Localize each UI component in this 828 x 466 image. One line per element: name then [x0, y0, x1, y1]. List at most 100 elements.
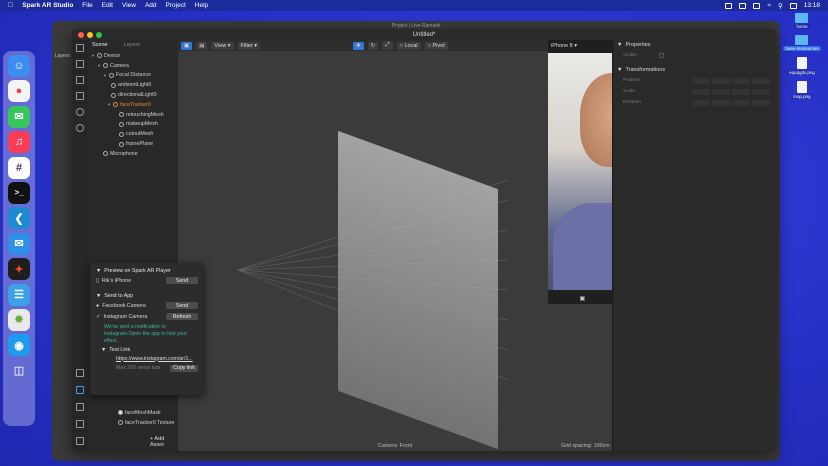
trash-icon[interactable]: ◫ [8, 360, 30, 382]
tweetbot-icon[interactable]: ◉ [8, 334, 30, 357]
left-toolbar [72, 40, 88, 451]
scene-panel-icon[interactable] [76, 44, 84, 52]
tab-layers[interactable]: Layers [124, 42, 141, 48]
mail-icon[interactable]: ✉ [8, 232, 30, 255]
spark-ar-icon[interactable]: ✸ [8, 308, 30, 331]
test-link-url[interactable]: https://www.instagram.com/ar/1... [96, 354, 198, 363]
tree-item-device[interactable]: ▼ Device [88, 51, 178, 61]
console-icon[interactable] [76, 420, 84, 428]
wifi-icon[interactable]: ≈ [767, 2, 771, 9]
menu-edit[interactable]: Edit [102, 2, 113, 9]
scale-y-field[interactable] [712, 88, 730, 95]
instagram-notice: We've sent a notification to Instagram.O… [104, 324, 188, 344]
tree-item-makeup-mesh[interactable]: makeupMesh [88, 120, 178, 130]
rotation-w-field[interactable] [752, 99, 770, 106]
desktop-item-equipgtx[interactable]: equipgtx.png [787, 57, 817, 75]
add-asset-button[interactable]: + Add Asset [150, 436, 178, 448]
tree-item-face-tracker[interactable]: ▼ faceTracker0 [88, 100, 178, 110]
vscode-icon[interactable]: ❮ [8, 207, 30, 230]
image-file-icon [797, 57, 807, 69]
position-z-field[interactable] [732, 77, 750, 84]
visible-checkbox[interactable] [659, 53, 665, 58]
asset-face-mesh-mask[interactable]: faceMeshMask [118, 408, 174, 418]
test-on-device-icon[interactable] [76, 386, 84, 394]
tree-item-camera[interactable]: ▼ Camera [88, 61, 178, 71]
photo-icon[interactable]: ▣ [579, 295, 585, 302]
properties-header[interactable]: ▼ Properties [613, 40, 776, 50]
refresh-instagram-button[interactable]: Refresh [166, 313, 198, 320]
tree-item-retouching-mesh[interactable]: retouchingMesh [88, 110, 178, 120]
screen-icon[interactable] [725, 2, 733, 9]
menu-add[interactable]: Add [145, 2, 157, 9]
apple-menu-icon[interactable]:  [8, 2, 13, 9]
preview-player-header[interactable]: ▼ Preview on Spark AR Player [96, 266, 198, 275]
scale-w-field[interactable] [752, 88, 770, 95]
position-w-field[interactable] [752, 77, 770, 84]
checkmark-icon: ✓ [96, 313, 101, 320]
light-icon [111, 82, 116, 88]
desktop-icons: home base-ressources equipgtx.png loop.p… [782, 13, 822, 99]
viewport[interactable]: ▣ ▤ View ▾ Filter ▾ ✥ ↻ ⤢ ○ Local ○ Pivo… [178, 40, 612, 451]
tree-item-microphone[interactable]: Microphone [88, 149, 178, 159]
transformations-header[interactable]: ▼ Transformations [613, 65, 776, 75]
phone-icon: ▯ [96, 277, 99, 284]
spotlight-icon[interactable]: ⚲ [778, 2, 783, 10]
visible-row: Visible [613, 50, 776, 61]
menubar-app-name[interactable]: Spark AR Studio [22, 2, 73, 9]
mac-menubar:  Spark AR Studio File Edit View Add Pro… [0, 0, 828, 11]
rotation-row: Rotation [613, 97, 776, 108]
tree-item-frame-plane[interactable]: framePlane [88, 139, 178, 149]
scale-z-field[interactable] [732, 88, 750, 95]
desktop-item-loop[interactable]: loop.png [791, 81, 813, 99]
light-icon [111, 92, 116, 98]
tree-item-ambient-light[interactable]: ambientLight0 [88, 80, 178, 90]
export-icon[interactable] [76, 369, 84, 377]
layers-app-icon[interactable]: ☰ [8, 283, 30, 306]
menu-view[interactable]: View [122, 2, 136, 9]
background-window-layers-label: Layers [55, 53, 71, 59]
finder-icon[interactable]: ☺ [8, 55, 30, 77]
tree-item-cutout-mesh[interactable]: cutoutMesh [88, 129, 178, 139]
control-center-icon[interactable] [789, 2, 797, 9]
position-y-field[interactable] [712, 77, 730, 84]
upload-icon[interactable] [76, 403, 84, 411]
menubar-clock[interactable]: 13:18 [804, 2, 820, 9]
figma-icon[interactable]: ✦ [8, 258, 30, 281]
menu-help[interactable]: Help [195, 2, 208, 9]
cloud-icon[interactable] [739, 2, 747, 9]
menu-file[interactable]: File [82, 2, 92, 9]
microphone-icon [103, 151, 108, 157]
music-icon[interactable]: ♫ [8, 131, 30, 154]
position-x-field[interactable] [692, 77, 710, 84]
rotation-x-field[interactable] [692, 99, 710, 106]
slack-icon[interactable]: # [8, 156, 30, 179]
desktop-item-home[interactable]: home [794, 13, 810, 29]
chrome-icon[interactable]: ● [8, 80, 30, 103]
patch-editor-icon[interactable] [76, 76, 84, 84]
plane-icon [119, 141, 124, 147]
send-facebook-button[interactable]: Send [166, 302, 198, 309]
tab-scene[interactable]: Scene [92, 42, 108, 48]
rotation-y-field[interactable] [712, 99, 730, 106]
refresh-icon[interactable] [76, 108, 84, 116]
texture-icon [118, 420, 123, 426]
preview-icon[interactable] [76, 92, 84, 100]
copy-link-button[interactable]: Copy link [170, 364, 198, 372]
tree-item-focal-distance[interactable]: ▼ Focal Distance [88, 71, 178, 81]
send-to-device-button[interactable]: Send [166, 277, 198, 284]
video-icon[interactable] [76, 60, 84, 68]
search-icon[interactable] [76, 124, 84, 132]
rotation-z-field[interactable] [732, 99, 750, 106]
test-link-header[interactable]: ▼ Test Link [96, 345, 198, 354]
send-to-app-header[interactable]: ▼ Send to App [96, 291, 198, 300]
settings-icon[interactable] [76, 437, 84, 445]
terminal-icon[interactable]: >_ [8, 181, 30, 204]
asset-face-tracker-texture[interactable]: faceTracker0 Texture [118, 418, 174, 428]
battery-icon[interactable] [753, 2, 761, 9]
desktop-item-base-ressources[interactable]: base-ressources [783, 35, 821, 51]
menu-project[interactable]: Project [166, 2, 186, 9]
tree-item-directional-light[interactable]: directionalLight0 [88, 90, 178, 100]
messages-icon[interactable]: ✉ [8, 105, 30, 128]
window-titlebar: Untitled* [72, 29, 776, 40]
scale-x-field[interactable] [692, 88, 710, 95]
